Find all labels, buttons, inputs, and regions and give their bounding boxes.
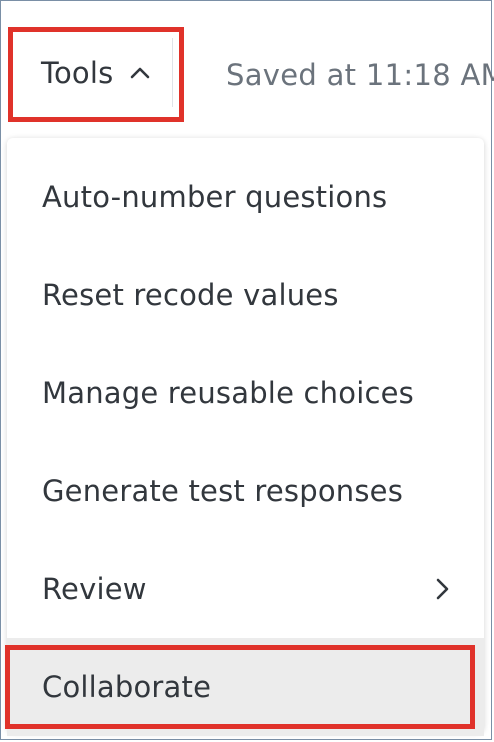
menu-item-reset-recode-values[interactable]: Reset recode values [7,246,484,344]
menu-item-label: Review [42,572,147,606]
chevron-up-icon [131,67,150,78]
menu-item-auto-number-questions[interactable]: Auto-number questions [7,148,484,246]
menu-item-review[interactable]: Review [7,540,484,638]
menu-item-label: Reset recode values [42,278,339,312]
menu-item-label: Collaborate [42,670,212,704]
saved-status: Saved at 11:18 AM [226,58,494,92]
menu-item-generate-test-responses[interactable]: Generate test responses [7,442,484,540]
tools-dropdown-menu: Auto-number questions Reset recode value… [7,138,484,736]
chevron-right-icon [436,578,449,600]
menu-item-label: Auto-number questions [42,180,388,214]
tools-label: Tools [41,55,114,90]
tools-menu-button[interactable]: Tools [19,38,173,107]
menu-item-collaborate[interactable]: Collaborate [7,638,484,736]
menu-item-label: Generate test responses [42,474,403,508]
tools-button-highlight: Tools [8,27,184,122]
menu-item-label: Manage reusable choices [42,376,414,410]
menu-item-manage-reusable-choices[interactable]: Manage reusable choices [7,344,484,442]
